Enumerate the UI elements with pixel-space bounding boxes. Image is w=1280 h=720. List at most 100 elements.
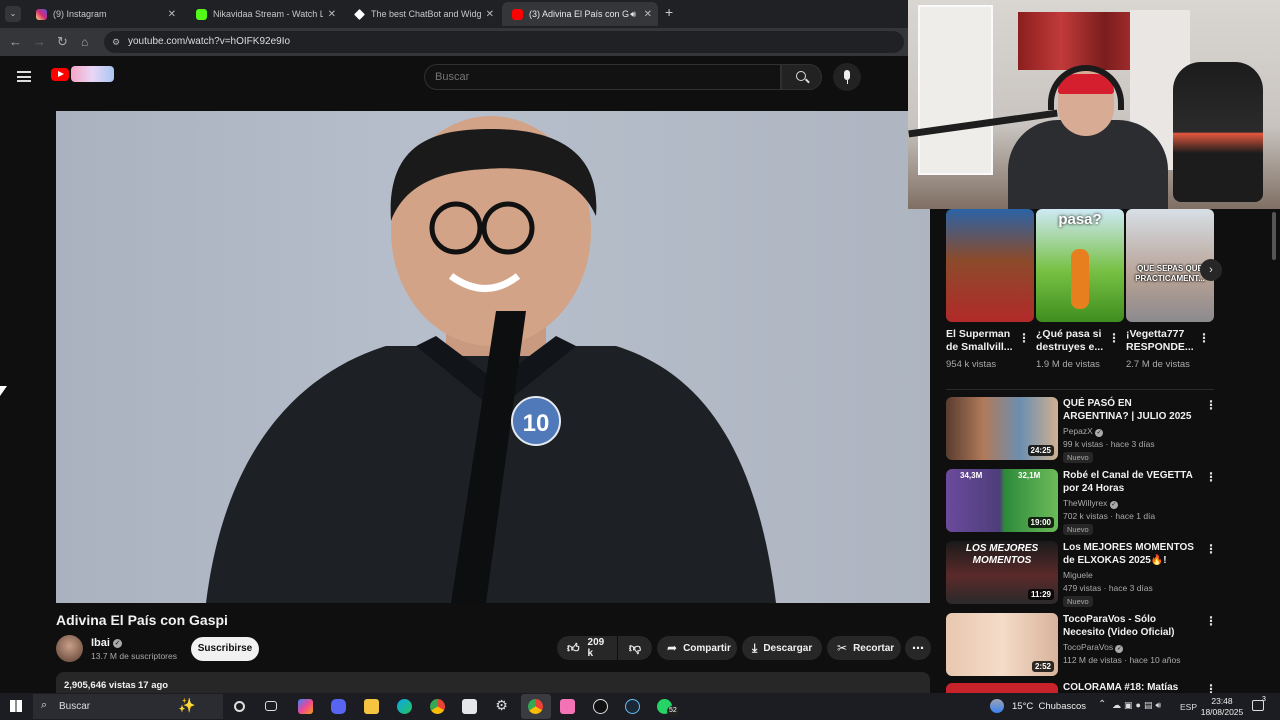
channel-name[interactable]: Ibai ✓ <box>91 637 123 649</box>
tab-label: Nikavidaa Stream - Watch Live <box>213 9 323 19</box>
close-icon[interactable]: ✕ <box>328 9 336 20</box>
close-icon[interactable]: ✕ <box>644 9 652 20</box>
more-options-icon[interactable]: ⋮ <box>1205 615 1217 627</box>
video-thumbnail[interactable]: 2:52 <box>946 613 1058 676</box>
sparkle-icon: ✨ <box>178 697 196 713</box>
video-player[interactable]: 10 <box>56 111 930 603</box>
thumb-text: LOS MEJORES MOMENTOS <box>965 543 1039 566</box>
app-icon-pink[interactable] <box>560 699 575 714</box>
new-badge: Nuevo <box>1063 596 1093 607</box>
tab-chatbot[interactable]: The best ChatBot and Widgets ✕ <box>344 2 500 26</box>
weather-icon[interactable] <box>990 699 1004 713</box>
verified-icon: ✓ <box>1115 645 1124 653</box>
video-thumbnail[interactable]: LOS MEJORES MOMENTOS 11:29 <box>946 541 1058 604</box>
forward-icon[interactable]: → <box>33 34 46 50</box>
verified-icon: ✓ <box>1109 501 1118 509</box>
tab-label: The best ChatBot and Widgets <box>371 9 481 19</box>
shorts-next-button[interactable]: › <box>1200 259 1222 281</box>
video-title[interactable]: Robé el Canal de VEGETTA por 24 Horas <box>1063 469 1198 495</box>
poster-image <box>1018 12 1148 70</box>
tray-chevron-icon[interactable]: ⌃ <box>1098 699 1106 710</box>
channel-name[interactable]: Miguele <box>1063 569 1093 581</box>
subscribe-button[interactable]: Suscribirse <box>191 637 259 661</box>
search-button[interactable] <box>781 64 822 90</box>
close-icon[interactable]: ✕ <box>168 9 176 20</box>
home-icon[interactable]: ⌂ <box>81 34 88 50</box>
discord-icon[interactable] <box>331 699 346 714</box>
file-explorer-icon[interactable] <box>364 699 379 714</box>
taskbar-search-box[interactable]: ⌕ Buscar ✨ <box>33 694 223 719</box>
video-title[interactable]: QUÉ PASÓ EN ARGENTINA? | JULIO 2025 <box>1063 397 1198 423</box>
thumb-stat-right: 32,1M <box>1018 471 1041 480</box>
diamond-icon <box>354 8 365 20</box>
store-icon[interactable] <box>462 699 477 714</box>
tab-kick[interactable]: Nikavidaa Stream - Watch Live ✕ <box>186 2 342 26</box>
address-field[interactable]: ⚙ youtube.com/watch?v=hOIFK92e9Io <box>104 31 904 53</box>
search-input[interactable] <box>424 64 781 90</box>
short-thumbnail-1[interactable] <box>946 209 1034 322</box>
more-options-icon[interactable]: ⋮ <box>1108 332 1120 344</box>
menu-icon[interactable] <box>17 71 31 82</box>
chrome-active-icon[interactable] <box>528 699 543 714</box>
taskbar-search-text: Buscar <box>59 701 91 712</box>
new-tab-button[interactable]: + <box>665 4 673 20</box>
more-options-icon[interactable]: ⋮ <box>1205 543 1217 555</box>
short-title[interactable]: ¿Qué pasa si destruyes e... <box>1036 328 1106 354</box>
url-text: youtube.com/watch?v=hOIFK92e9Io <box>128 36 291 47</box>
short-thumbnail-2[interactable]: pasa? <box>1036 209 1124 322</box>
task-view-icon[interactable] <box>265 701 277 711</box>
back-icon[interactable]: ← <box>9 34 22 50</box>
clock-date[interactable]: 18/08/2025 <box>1199 707 1245 717</box>
more-options-icon[interactable]: ⋮ <box>1205 399 1217 411</box>
more-options-icon[interactable]: ⋮ <box>1205 471 1217 483</box>
dislike-button[interactable]: 👎︎ <box>618 636 652 660</box>
edge-icon[interactable] <box>397 699 412 714</box>
tab-instagram[interactable]: (9) Instagram ✕ <box>26 2 182 26</box>
tab-list-icon[interactable]: ⌄ <box>5 6 21 22</box>
doodle-logo-icon <box>71 66 114 82</box>
sidebar-scrollbar[interactable] <box>1272 212 1276 260</box>
clip-button[interactable]: ✂ Recortar <box>827 636 901 660</box>
video-thumbnail[interactable]: 24:25 <box>946 397 1058 460</box>
chrome-icon[interactable] <box>430 699 445 714</box>
channel-name[interactable]: TocoParaVos ✓ <box>1063 641 1124 653</box>
video-thumbnail[interactable] <box>946 683 1058 693</box>
more-options-icon[interactable]: ⋮ <box>1018 332 1030 344</box>
more-options-icon[interactable]: ⋮ <box>1198 332 1210 344</box>
channel-name[interactable]: PepazX ✓ <box>1063 425 1104 437</box>
tab-youtube[interactable]: (3) Adivina El País con Gasp 🔊︎ ✕ <box>502 2 658 26</box>
voice-search-button[interactable] <box>833 63 861 91</box>
settings-icon[interactable]: ⚙ <box>494 698 509 713</box>
download-button[interactable]: ⤓ Descargar <box>742 636 822 660</box>
close-icon[interactable]: ✕ <box>486 9 494 20</box>
video-title[interactable]: Los MEJORES MOMENTOS de ELXOKAS 2025🔥! <box>1063 541 1198 567</box>
speaker-icon[interactable]: 🔊︎ <box>630 9 636 20</box>
youtube-logo-icon[interactable] <box>51 68 69 81</box>
tray-icons[interactable]: ☁▣●▤🔊︎ <box>1112 700 1164 711</box>
channel-label: TocoParaVos <box>1063 642 1114 652</box>
site-info-icon[interactable]: ⚙ <box>112 31 120 53</box>
short-title[interactable]: ¡Vegetta777 RESPONDE... <box>1126 328 1196 354</box>
reload-icon[interactable]: ↻ <box>57 34 68 50</box>
share-icon: ➦ <box>667 641 678 655</box>
channel-name[interactable]: TheWillyrex ✓ <box>1063 497 1118 509</box>
video-title[interactable]: TocoParaVos - Sólo Necesito (Video Ofici… <box>1063 613 1198 639</box>
share-button[interactable]: ➦ Compartir <box>657 636 737 660</box>
steam-icon[interactable] <box>625 699 640 714</box>
weather-text[interactable]: 15°C Chubascos <box>1012 701 1086 712</box>
share-label: Compartir <box>683 642 731 654</box>
more-actions-button[interactable]: ⋯ <box>905 636 931 660</box>
clock-time[interactable]: 23:48 <box>1204 696 1240 706</box>
video-thumbnail[interactable]: 34,3M 32,1M 19:00 <box>946 469 1058 532</box>
windows-start-icon[interactable] <box>10 700 22 712</box>
obs-icon[interactable] <box>593 699 608 714</box>
cortana-icon[interactable] <box>234 701 245 712</box>
like-button[interactable]: 👍︎ 209 k <box>557 636 617 660</box>
short-title[interactable]: El Superman de Smallvill... <box>946 328 1014 354</box>
notification-count: 3 <box>1262 696 1266 703</box>
duration-badge: 11:29 <box>1027 589 1054 600</box>
language-indicator[interactable]: ESP <box>1180 702 1197 712</box>
copilot-icon[interactable] <box>298 699 313 714</box>
channel-avatar[interactable] <box>56 635 83 662</box>
kick-icon <box>196 8 207 20</box>
